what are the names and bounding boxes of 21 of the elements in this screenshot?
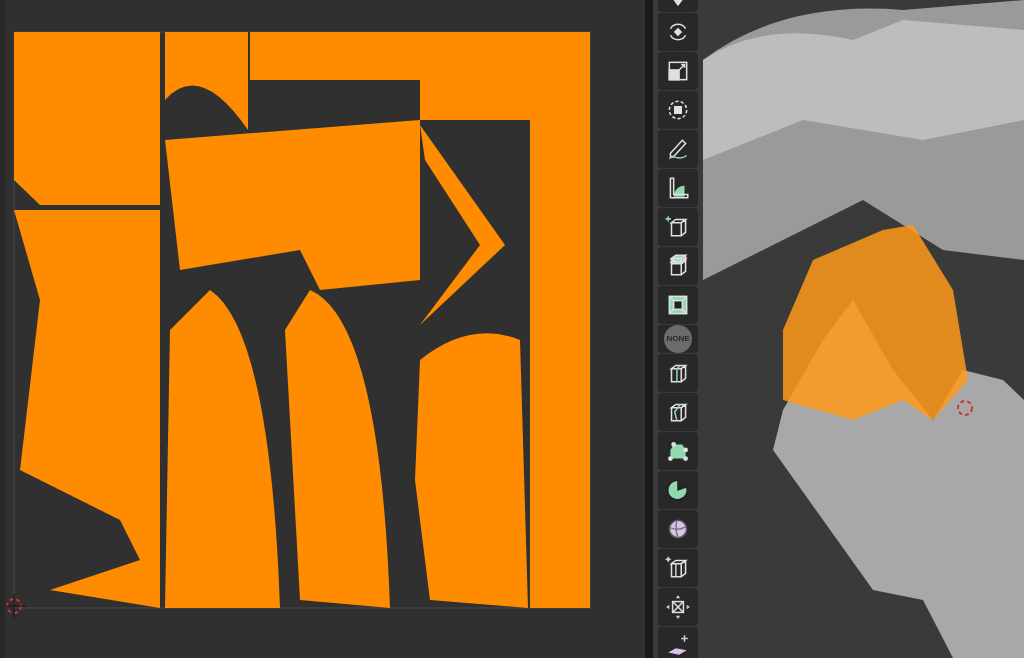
tool-button[interactable] xyxy=(658,549,698,587)
tool-button[interactable] xyxy=(658,627,698,658)
tool-button[interactable] xyxy=(658,354,698,392)
tool-button[interactable] xyxy=(658,13,698,51)
none-label: NONE xyxy=(664,325,692,353)
tool-button[interactable] xyxy=(658,286,698,324)
tool-button[interactable] xyxy=(658,247,698,285)
tool-button[interactable] xyxy=(658,208,698,246)
tool-button[interactable] xyxy=(658,471,698,509)
spin-icon xyxy=(665,477,691,503)
shear-icon xyxy=(665,633,691,658)
shrink-icon xyxy=(665,594,691,620)
tool-button[interactable] xyxy=(658,432,698,470)
tool-button[interactable] xyxy=(658,91,698,129)
tool-button[interactable] xyxy=(658,169,698,207)
tool-button[interactable] xyxy=(658,52,698,90)
tool-button[interactable]: NONE xyxy=(658,325,698,353)
tool-button[interactable] xyxy=(658,588,698,626)
tool-button[interactable] xyxy=(658,393,698,431)
tool-button[interactable] xyxy=(658,510,698,548)
tool-button[interactable] xyxy=(658,130,698,168)
